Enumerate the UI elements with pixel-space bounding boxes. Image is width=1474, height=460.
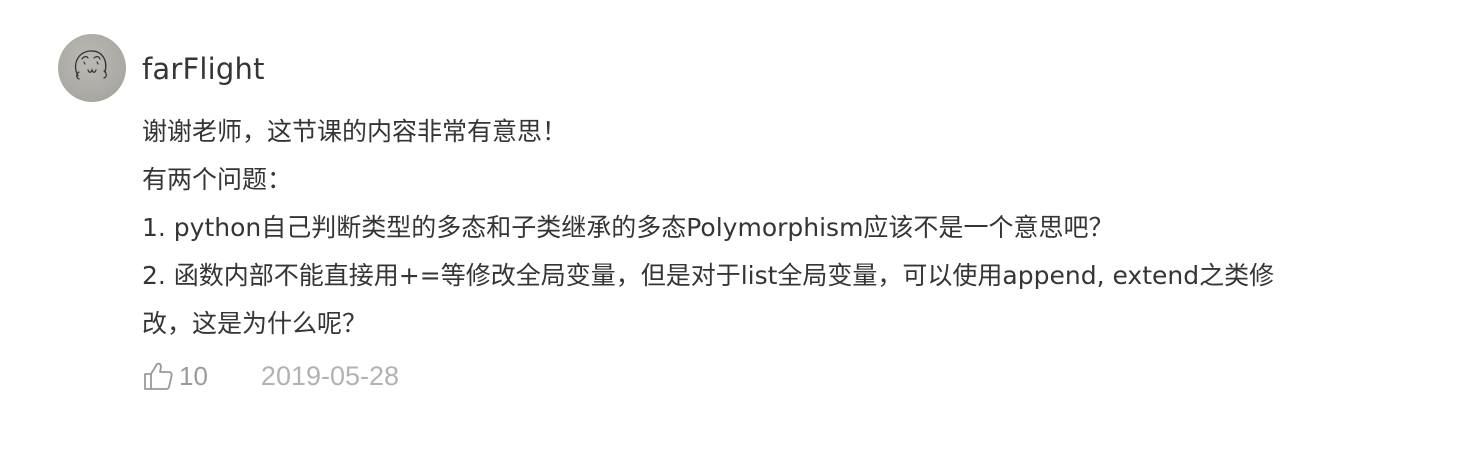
avatar[interactable] <box>58 34 126 102</box>
like-button[interactable]: 10 <box>142 360 208 392</box>
content-line: 改，这是为什么呢？ <box>142 309 368 338</box>
comment-date: 2019-05-28 <box>260 360 400 391</box>
content-line: 1. python自己判断类型的多态和子类继承的多态Polymorphism应该… <box>142 213 1114 242</box>
content-line: 谢谢老师，这节课的内容非常有意思！ <box>142 117 568 146</box>
doodle-face-avatar <box>75 50 107 80</box>
content-line: 2. 函数内部不能直接用+=等修改全局变量，但是对于list全局变量，可以使用a… <box>142 261 1275 290</box>
content-line: 有两个问题： <box>142 165 293 194</box>
comment-content: 谢谢老师，这节课的内容非常有意思！ 有两个问题： 1. python自己判断类型… <box>142 108 1392 348</box>
thumbs-up-icon <box>144 362 173 390</box>
username[interactable]: farFlight <box>142 51 265 87</box>
like-count: 10 <box>179 360 208 391</box>
comment-footer: 10 2019-05-28 <box>142 358 399 394</box>
